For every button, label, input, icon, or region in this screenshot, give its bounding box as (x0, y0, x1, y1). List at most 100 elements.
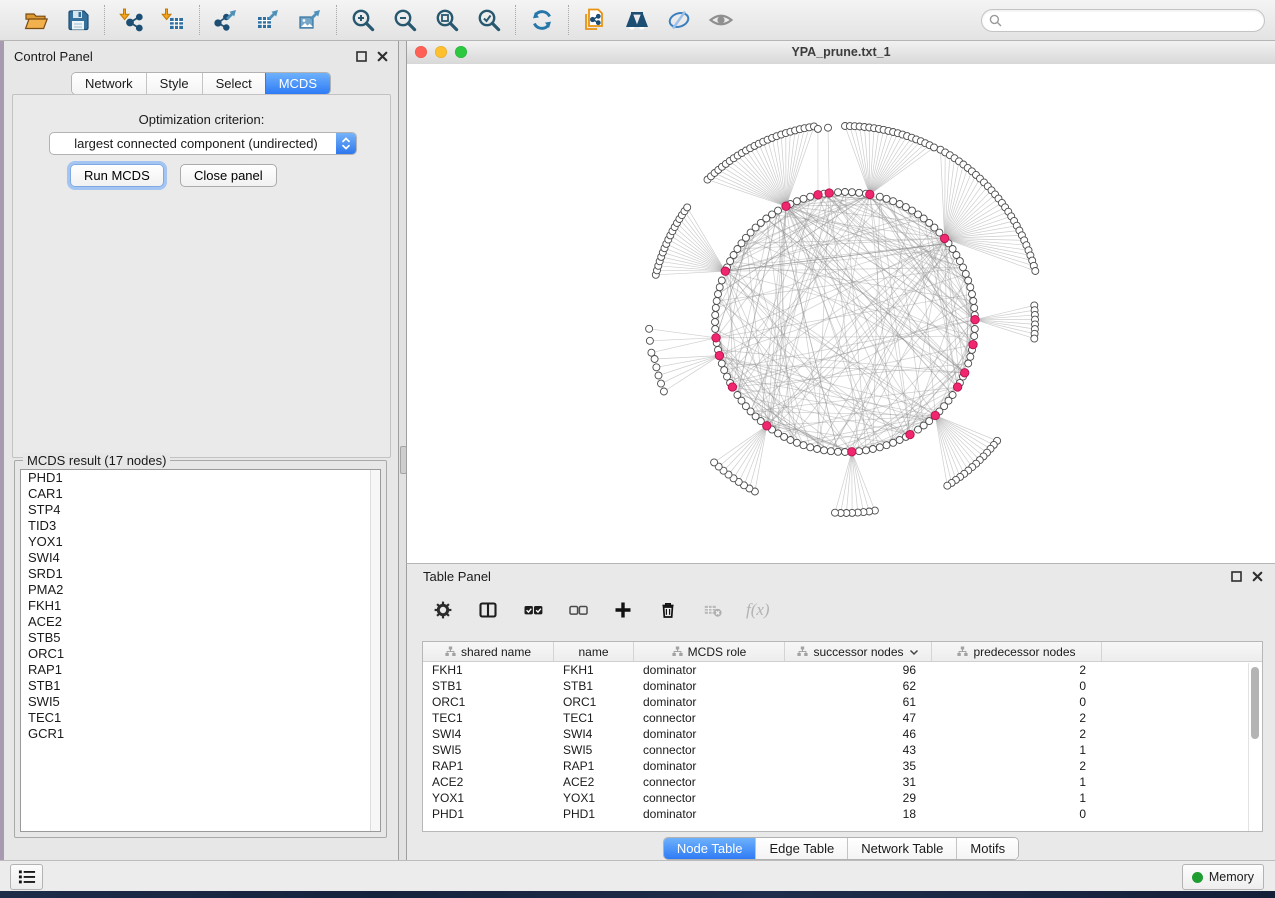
network-window-titlebar[interactable]: YPA_prune.txt_1 (407, 41, 1275, 65)
float-table-panel-icon[interactable] (1230, 570, 1242, 582)
ring-node[interactable] (890, 198, 897, 205)
ring-node[interactable] (807, 193, 814, 200)
tab-network[interactable]: Network (72, 73, 146, 94)
table-row[interactable]: PHD1PHD1dominator180 (423, 806, 1262, 822)
leaf-node[interactable] (1032, 268, 1039, 275)
table-row[interactable]: ORC1ORC1dominator610 (423, 694, 1262, 710)
ring-node[interactable] (712, 326, 719, 333)
mcds-result-item[interactable]: SRD1 (21, 566, 380, 582)
ring-node[interactable] (970, 298, 977, 305)
column-header-predecessor-nodes[interactable]: predecessor nodes (932, 642, 1102, 661)
ring-node[interactable] (807, 444, 814, 451)
leaf-node[interactable] (651, 356, 658, 363)
ring-node[interactable] (890, 439, 897, 446)
ring-node[interactable] (716, 284, 723, 291)
ring-node[interactable] (965, 360, 972, 367)
mcds-result-item[interactable]: RAP1 (21, 662, 380, 678)
ring-node[interactable] (814, 446, 821, 453)
select-all-button[interactable] (521, 598, 545, 622)
ring-node[interactable] (718, 277, 725, 284)
ring-node[interactable] (962, 270, 969, 277)
ring-node[interactable] (713, 298, 720, 305)
search-box[interactable] (981, 9, 1265, 32)
ring-node[interactable] (915, 426, 922, 433)
mcds-hub-node[interactable] (728, 383, 736, 391)
ring-node[interactable] (793, 439, 800, 446)
leaf-node[interactable] (832, 509, 839, 516)
mcds-result-list[interactable]: PHD1CAR1STP4TID3YOX1SWI4SRD1PMA2FKH1ACE2… (20, 469, 381, 832)
ring-node[interactable] (712, 319, 719, 326)
optimization-criterion-select[interactable]: largest connected component (undirected) (49, 132, 357, 155)
tab-select[interactable]: Select (202, 73, 265, 94)
ring-node[interactable] (869, 446, 876, 453)
leaf-node[interactable] (655, 372, 662, 379)
mcds-hub-node[interactable] (814, 191, 822, 199)
ring-node[interactable] (835, 189, 842, 196)
mcds-hub-node[interactable] (961, 369, 969, 377)
mcds-result-item[interactable]: TEC1 (21, 710, 380, 726)
tab-motifs[interactable]: Motifs (956, 838, 1018, 859)
ring-node[interactable] (835, 448, 842, 455)
function-builder-button[interactable]: f(x) (746, 600, 770, 620)
tab-mcds[interactable]: MCDS (265, 73, 330, 94)
tab-edge-table[interactable]: Edge Table (755, 838, 847, 859)
ring-node[interactable] (856, 189, 863, 196)
ring-node[interactable] (883, 195, 890, 202)
mcds-result-item[interactable]: CAR1 (21, 486, 380, 502)
list-scrollbar[interactable] (370, 470, 380, 831)
table-row[interactable]: SWI5SWI5connector431 (423, 742, 1262, 758)
table-row[interactable]: STB1STB1dominator620 (423, 678, 1262, 694)
scrollbar-thumb[interactable] (1251, 667, 1259, 739)
mcds-hub-node[interactable] (825, 189, 833, 197)
ring-node[interactable] (821, 447, 828, 454)
import-network-button[interactable] (116, 5, 146, 35)
leaf-node[interactable] (931, 144, 938, 151)
mcds-hub-node[interactable] (782, 202, 790, 210)
tab-network-table[interactable]: Network Table (847, 838, 956, 859)
leaf-node[interactable] (1031, 335, 1038, 342)
mcds-hub-node[interactable] (715, 351, 723, 359)
search-input[interactable] (1007, 11, 1257, 29)
ring-node[interactable] (971, 326, 978, 333)
zoom-in-button[interactable] (348, 5, 378, 35)
table-row[interactable]: TEC1TEC1connector472 (423, 710, 1262, 726)
mcds-result-item[interactable]: PMA2 (21, 582, 380, 598)
leaf-node[interactable] (825, 124, 832, 131)
ring-node[interactable] (967, 353, 974, 360)
ring-node[interactable] (856, 448, 863, 455)
mcds-hub-node[interactable] (712, 334, 720, 342)
column-header-MCDS-role[interactable]: MCDS role (634, 642, 785, 661)
ring-node[interactable] (775, 207, 782, 214)
mcds-result-item[interactable]: ORC1 (21, 646, 380, 662)
tab-node-table[interactable]: Node Table (664, 838, 756, 859)
close-panel-button[interactable]: Close panel (180, 164, 277, 187)
mcds-result-item[interactable]: PHD1 (21, 470, 380, 486)
table-scrollbar[interactable] (1248, 663, 1262, 831)
ring-node[interactable] (883, 442, 890, 449)
ring-node[interactable] (876, 444, 883, 451)
table-row[interactable]: ACE2ACE2connector311 (423, 774, 1262, 790)
leaf-node[interactable] (646, 325, 653, 332)
ring-node[interactable] (971, 304, 978, 311)
ring-node[interactable] (734, 392, 741, 399)
column-header-shared-name[interactable]: shared name (423, 642, 554, 661)
ring-node[interactable] (960, 264, 967, 271)
ring-node[interactable] (876, 193, 883, 200)
ring-node[interactable] (967, 284, 974, 291)
export-table-button[interactable] (253, 5, 283, 35)
close-panel-icon[interactable] (376, 50, 388, 62)
mcds-hub-node[interactable] (969, 340, 977, 348)
ring-node[interactable] (969, 291, 976, 298)
delete-column-button[interactable] (656, 598, 680, 622)
mcds-result-item[interactable]: SWI5 (21, 694, 380, 710)
ring-node[interactable] (715, 291, 722, 298)
close-table-panel-icon[interactable] (1251, 570, 1263, 582)
ring-node[interactable] (712, 312, 719, 319)
task-history-button[interactable] (10, 864, 43, 890)
ring-node[interactable] (896, 437, 903, 444)
leaf-node[interactable] (658, 380, 665, 387)
run-mcds-button[interactable]: Run MCDS (70, 164, 164, 187)
settings-button[interactable] (431, 598, 455, 622)
ring-node[interactable] (827, 448, 834, 455)
ring-node[interactable] (718, 360, 725, 367)
